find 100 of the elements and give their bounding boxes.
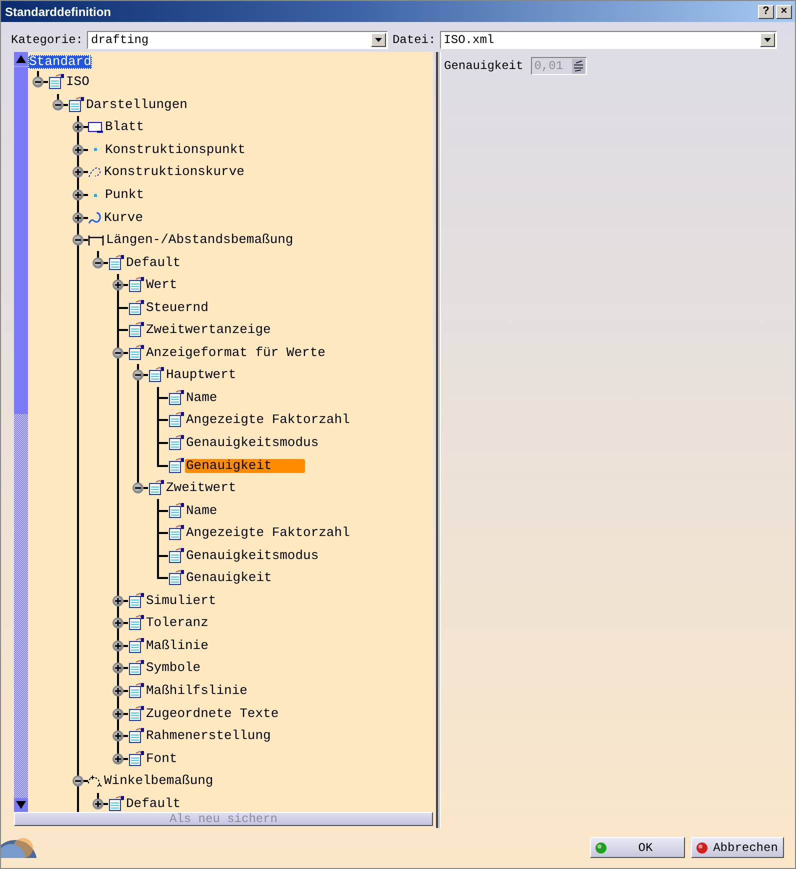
tree-item[interactable]: Symbole: [145, 661, 202, 676]
tree-item[interactable]: Kurve: [103, 210, 144, 225]
sheet-icon: [88, 122, 103, 133]
document-icon: [168, 390, 184, 406]
tree-item[interactable]: Rahmenerstellung: [145, 729, 272, 744]
expand-icon[interactable]: [112, 594, 124, 607]
tree-item[interactable]: Winkelbemaßung: [103, 774, 214, 788]
scroll-down-icon: [16, 801, 26, 809]
ok-button[interactable]: OK: [590, 837, 685, 858]
document-icon: [168, 502, 184, 519]
close-button[interactable]: ×: [776, 4, 792, 18]
scroll-up-icon: [16, 55, 26, 63]
document-icon: [128, 322, 144, 338]
tree-item[interactable]: Längen-/Abstandsbemaßung: [105, 233, 294, 248]
tree-item[interactable]: Simuliert: [145, 594, 218, 608]
expand-icon[interactable]: [112, 617, 124, 630]
document-icon: [108, 254, 124, 271]
tree-item[interactable]: Konstruktionskurve: [103, 165, 246, 180]
tree-item[interactable]: Maßlinie: [145, 638, 210, 653]
expand-icon[interactable]: [72, 144, 84, 156]
tree-item[interactable]: Genauigkeit: [185, 458, 305, 473]
document-icon: [128, 660, 144, 676]
document-icon: [168, 570, 184, 586]
scroll-thumb[interactable]: [14, 66, 28, 414]
tree-item[interactable]: Anzeigeformat für Werte: [145, 346, 326, 360]
document-icon: [128, 638, 144, 654]
tree-item[interactable]: Maßhilfslinie: [145, 684, 248, 698]
tree-item[interactable]: Wert: [145, 278, 178, 292]
tree-item[interactable]: Darstellungen: [85, 98, 188, 112]
tree-item[interactable]: Zugeordnete Texte: [145, 706, 280, 721]
expand-icon[interactable]: [112, 685, 124, 698]
status-dot-icon: [696, 842, 708, 854]
expand-icon[interactable]: [112, 640, 124, 652]
tree-item[interactable]: Konstruktionspunkt: [104, 142, 246, 157]
category-dropdown[interactable]: drafting: [87, 30, 388, 48]
expand-icon[interactable]: [72, 166, 84, 178]
tree-item[interactable]: Angezeigte Faktorzahl: [185, 526, 351, 540]
tree-item[interactable]: Steuernd: [145, 300, 210, 315]
document-icon: [128, 344, 144, 361]
document-icon: [128, 683, 144, 700]
point-icon: [94, 194, 97, 196]
document-icon: [168, 412, 184, 428]
collapse-icon[interactable]: [32, 76, 44, 88]
expand-icon[interactable]: [112, 708, 124, 720]
document-icon: [128, 615, 144, 632]
point-icon: [94, 148, 97, 152]
document-icon: [128, 750, 144, 767]
document-icon: [168, 525, 184, 542]
collapse-icon[interactable]: [52, 98, 64, 111]
caret-icon: [375, 38, 382, 42]
expand-icon[interactable]: [112, 730, 124, 742]
document-icon: [128, 592, 144, 609]
document-icon: [128, 728, 144, 744]
document-icon: [128, 277, 144, 294]
tree-item[interactable]: Name: [185, 390, 218, 405]
scrollbar[interactable]: [14, 52, 28, 812]
expand-icon[interactable]: [72, 212, 84, 224]
expand-icon[interactable]: [112, 662, 124, 674]
expand-icon[interactable]: [92, 798, 104, 810]
property-label: Genauigkeit: [444, 59, 524, 73]
document-icon: [48, 74, 64, 90]
document-icon: [148, 367, 164, 384]
tree-item[interactable]: Angezeigte Faktorzahl: [185, 413, 351, 428]
tree-item[interactable]: Blatt: [104, 120, 146, 134]
collapse-icon[interactable]: [112, 346, 124, 359]
tree-item[interactable]: Standard: [28, 54, 92, 68]
tree-item[interactable]: Genauigkeitsmodus: [185, 436, 320, 450]
cancel-button[interactable]: Abbrechen: [691, 837, 784, 858]
tree-item[interactable]: Default: [125, 256, 182, 270]
collapse-icon[interactable]: [72, 234, 84, 246]
tree-item[interactable]: Toleranz: [145, 616, 210, 630]
tree-item[interactable]: Default: [125, 796, 182, 811]
collapse-icon[interactable]: [132, 369, 144, 382]
status-dot-icon: [595, 842, 607, 854]
tree-item[interactable]: Zweitwert: [165, 481, 238, 496]
expand-icon[interactable]: [112, 752, 124, 765]
tree-item[interactable]: ISO: [65, 75, 90, 90]
dimension-icon: [88, 234, 104, 246]
expand-icon[interactable]: [112, 279, 124, 292]
expand-icon[interactable]: [72, 189, 84, 201]
document-icon: [168, 548, 184, 564]
tree-item[interactable]: Hauptwert: [165, 368, 238, 382]
document-icon: [168, 458, 184, 474]
tree-item[interactable]: Genauigkeit: [185, 571, 273, 586]
file-dropdown[interactable]: ISO.xml: [440, 30, 777, 48]
tree-item[interactable]: Font: [145, 752, 178, 766]
expand-icon[interactable]: [72, 121, 84, 134]
document-icon: [68, 96, 84, 113]
document-icon: [128, 300, 144, 316]
tree-item[interactable]: Punkt: [104, 188, 146, 202]
document-icon: [148, 480, 164, 496]
collapse-icon[interactable]: [72, 775, 84, 788]
tree-item[interactable]: Genauigkeitsmodus: [185, 548, 320, 563]
collapse-icon[interactable]: [132, 482, 144, 494]
tree-item[interactable]: Name: [185, 504, 218, 518]
spin-arrows-icon: [572, 58, 586, 74]
tree-item[interactable]: Zweitwertanzeige: [145, 323, 272, 338]
caret-icon: [764, 38, 771, 42]
collapse-icon[interactable]: [92, 256, 104, 269]
help-button[interactable]: ?: [758, 4, 774, 18]
